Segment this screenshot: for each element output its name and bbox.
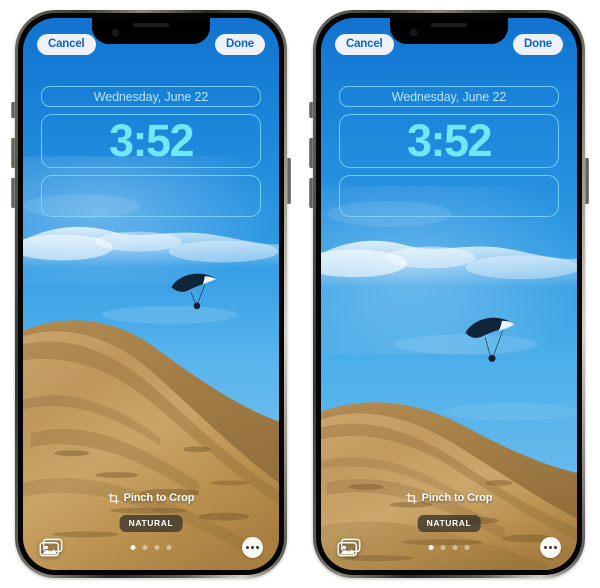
done-button-left[interactable]: Done xyxy=(215,34,265,56)
pinch-to-crop-hint-right: Pinch to Crop xyxy=(321,492,577,504)
date-widget-right[interactable]: Wednesday, June 22 xyxy=(339,86,559,107)
power-button-right[interactable] xyxy=(585,158,589,204)
power-button-left[interactable] xyxy=(287,158,291,204)
page-dot-1[interactable] xyxy=(130,544,136,550)
more-ellipsis-icon xyxy=(549,545,552,549)
more-ellipsis-icon xyxy=(246,545,249,549)
page-indicator-right[interactable] xyxy=(428,544,470,550)
more-options-button-left[interactable] xyxy=(242,536,263,558)
phone-screen-left: Cancel Done Wednesday, June 22 3:52 Pinc… xyxy=(23,18,279,570)
more-ellipsis-icon xyxy=(256,545,259,549)
phone-bezel-right: Cancel Done Wednesday, June 22 3:52 Pinc… xyxy=(316,13,582,575)
page-dot-3[interactable] xyxy=(452,544,458,550)
page-dot-3[interactable] xyxy=(154,544,160,550)
earpiece-speaker-icon xyxy=(431,23,467,27)
iphone-left: Cancel Done Wednesday, June 22 3:52 Pinc… xyxy=(11,10,291,578)
crop-icon xyxy=(405,492,417,504)
bottom-controls-left xyxy=(23,534,279,560)
wallpaper-style-chip-left[interactable]: NATURAL xyxy=(119,515,183,532)
more-ellipsis-icon xyxy=(251,545,254,549)
page-dot-2[interactable] xyxy=(142,544,148,550)
pinch-to-crop-label-left: Pinch to Crop xyxy=(123,492,195,504)
clock-widget-left[interactable]: 3:52 xyxy=(41,114,261,168)
screenshot-stage: Cancel Done Wednesday, June 22 3:52 Pinc… xyxy=(0,0,600,588)
iphone-right: Cancel Done Wednesday, June 22 3:52 Pinc… xyxy=(309,10,589,578)
photos-library-icon[interactable] xyxy=(39,538,63,557)
volume-up-button-right[interactable] xyxy=(309,138,313,168)
done-button-right[interactable]: Done xyxy=(513,34,563,56)
clock-widget-time-right: 3:52 xyxy=(406,114,493,166)
pinch-to-crop-hint-left: Pinch to Crop xyxy=(23,492,279,504)
more-ellipsis-icon xyxy=(554,545,557,549)
volume-down-button-left[interactable] xyxy=(11,178,15,208)
phone-screen-right: Cancel Done Wednesday, June 22 3:52 Pinc… xyxy=(321,18,577,570)
clock-widget-right[interactable]: 3:52 xyxy=(339,114,559,168)
crop-icon xyxy=(107,492,119,504)
earpiece-speaker-icon xyxy=(133,23,169,27)
empty-widget-slot-left[interactable] xyxy=(41,175,261,217)
widget-stack-right: Wednesday, June 22 3:52 xyxy=(321,86,577,217)
clock-widget-time-left: 3:52 xyxy=(108,114,195,166)
page-indicator-left[interactable] xyxy=(130,544,172,550)
date-widget-label-right: Wednesday, June 22 xyxy=(391,89,507,104)
bottom-controls-right xyxy=(321,534,577,560)
page-dot-1[interactable] xyxy=(428,544,434,550)
pinch-to-crop-label-right: Pinch to Crop xyxy=(421,492,493,504)
page-dot-4[interactable] xyxy=(166,544,172,550)
phone-bezel-left: Cancel Done Wednesday, June 22 3:52 Pinc… xyxy=(18,13,284,575)
widget-stack-left: Wednesday, June 22 3:52 xyxy=(23,86,279,217)
mute-switch-right[interactable] xyxy=(309,102,313,118)
wallpaper-style-chip-right[interactable]: NATURAL xyxy=(417,515,481,532)
date-widget-label-left: Wednesday, June 22 xyxy=(93,89,209,104)
volume-down-button-right[interactable] xyxy=(309,178,313,208)
topbar-left: Cancel Done xyxy=(23,34,279,56)
photos-library-icon[interactable] xyxy=(337,538,361,557)
page-dot-4[interactable] xyxy=(464,544,470,550)
empty-widget-slot-right[interactable] xyxy=(339,175,559,217)
more-options-button-right[interactable] xyxy=(540,536,561,558)
mute-switch-left[interactable] xyxy=(11,102,15,118)
cancel-button-left[interactable]: Cancel xyxy=(37,34,96,56)
page-dot-2[interactable] xyxy=(440,544,446,550)
volume-up-button-left[interactable] xyxy=(11,138,15,168)
date-widget-left[interactable]: Wednesday, June 22 xyxy=(41,86,261,107)
cancel-button-right[interactable]: Cancel xyxy=(335,34,394,56)
more-ellipsis-icon xyxy=(544,545,547,549)
topbar-right: Cancel Done xyxy=(321,34,577,56)
